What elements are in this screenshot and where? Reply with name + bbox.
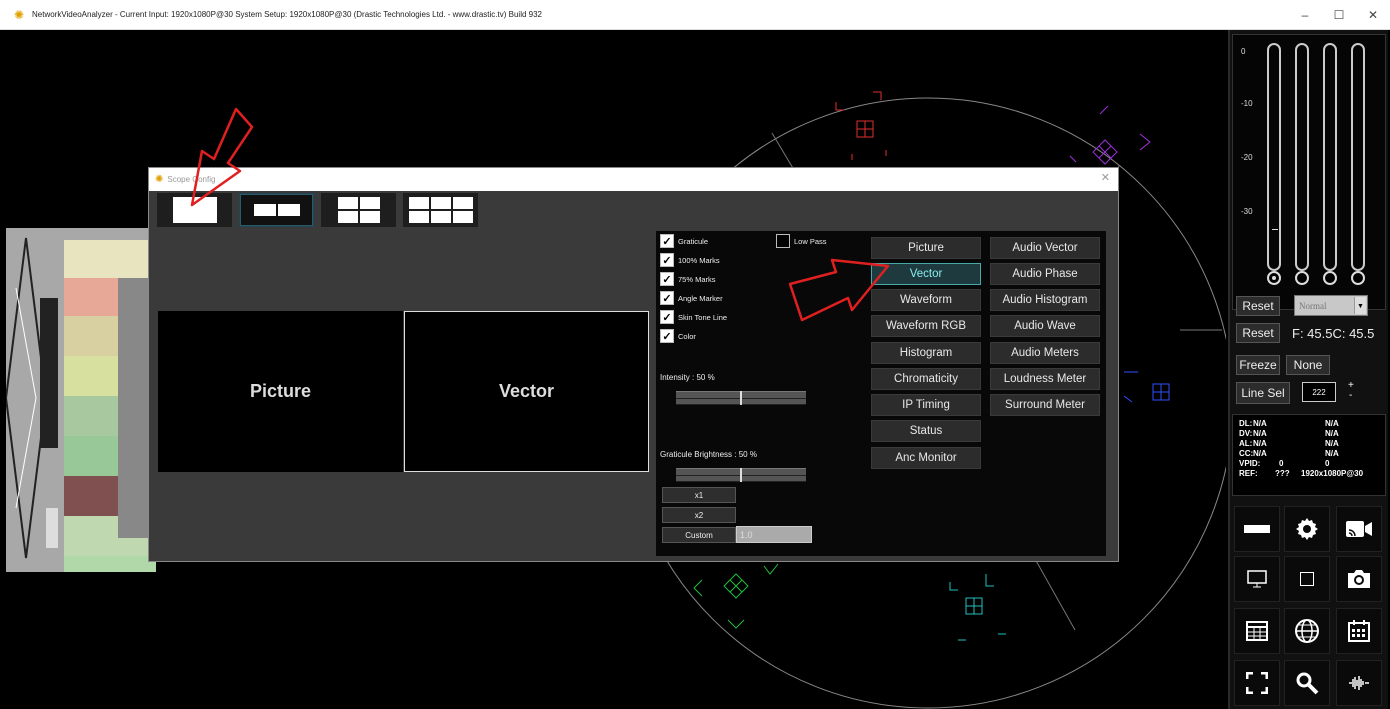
- color-checkbox[interactable]: ✓ Color: [660, 329, 696, 343]
- line-decrement-button[interactable]: -: [1349, 390, 1352, 401]
- app-window: ✺ NetworkVideoAnalyzer - Current Input: …: [0, 0, 1390, 709]
- window-titlebar: ✺ NetworkVideoAnalyzer - Current Input: …: [0, 0, 1390, 30]
- marks-75-checkbox[interactable]: ✓ 75% Marks: [660, 272, 716, 286]
- calendar-icon[interactable]: [1336, 608, 1382, 654]
- intensity-slider[interactable]: [676, 391, 806, 405]
- audio-waveform-icon[interactable]: [1336, 660, 1382, 706]
- marks-100-checkbox[interactable]: ✓ 100% Marks: [660, 253, 720, 267]
- audio-meter-bar: [1267, 43, 1281, 271]
- pane-picture[interactable]: Picture: [158, 311, 403, 472]
- custom-zoom-input[interactable]: 1.0: [736, 526, 812, 543]
- meter-scale-label: -30: [1241, 207, 1253, 216]
- meter-channel-radio[interactable]: [1351, 271, 1365, 285]
- scope-audio-histogram-button[interactable]: Audio Histogram: [990, 289, 1100, 311]
- annotation-arrow-icon: [788, 258, 890, 322]
- graticule-brightness-label: Graticule Brightness : 50 %: [660, 450, 757, 459]
- scope-audio-wave-button[interactable]: Audio Wave: [990, 315, 1100, 337]
- checkmark-icon: ✓: [660, 272, 674, 286]
- layout-6-pane-button[interactable]: [403, 193, 478, 227]
- reset-button[interactable]: Reset: [1236, 296, 1280, 316]
- scope-ip-timing-button[interactable]: IP Timing: [871, 394, 981, 416]
- scope-histogram-button[interactable]: Histogram: [871, 342, 981, 364]
- graticule-checkbox[interactable]: ✓ Graticule: [660, 234, 708, 248]
- line-number-input[interactable]: 222: [1302, 382, 1336, 402]
- meter-scale-label: -20: [1241, 153, 1253, 162]
- meter-level-mark: [1272, 229, 1278, 230]
- checkmark-icon: ✓: [660, 329, 674, 343]
- fullscreen-icon[interactable]: [1234, 660, 1280, 706]
- status-readout: DL: N/A N/A DV: N/A N/A AL: N/A N/A CC: N/A N/A …: [1232, 414, 1386, 496]
- audio-meter-bar: [1323, 43, 1337, 271]
- zoom-custom-button[interactable]: Custom: [662, 527, 736, 543]
- annotation-arrow-icon: [190, 107, 254, 207]
- zoom-x2-button[interactable]: x2: [662, 507, 736, 523]
- audio-meter-bar: [1351, 43, 1365, 271]
- zoom-x1-button[interactable]: x1: [662, 487, 736, 503]
- gear-icon[interactable]: [1284, 506, 1330, 552]
- right-control-panel: 0 -10 -20 -30 Reset Normal ▼ Reset F: 45…: [1228, 30, 1388, 709]
- audio-meter-bar: [1295, 43, 1309, 271]
- scope-audio-phase-button[interactable]: Audio Phase: [990, 263, 1100, 285]
- camera-snapshot-icon[interactable]: [1336, 556, 1382, 602]
- line-select-button[interactable]: Line Sel: [1236, 382, 1290, 404]
- graticule-brightness-slider[interactable]: [676, 468, 806, 482]
- close-button[interactable]: ✕: [1356, 0, 1390, 30]
- checkmark-icon: ✓: [660, 291, 674, 305]
- scope-picture-button[interactable]: Picture: [871, 237, 981, 259]
- scope-loudness-meter-button[interactable]: Loudness Meter: [990, 368, 1100, 390]
- minimize-button[interactable]: –: [1288, 0, 1322, 30]
- globe-icon[interactable]: [1284, 608, 1330, 654]
- scope-chromaticity-button[interactable]: Chromaticity: [871, 368, 981, 390]
- scope-audio-meters-button[interactable]: Audio Meters: [990, 342, 1100, 364]
- maximize-button[interactable]: ☐: [1322, 0, 1356, 30]
- checkmark-icon: ✓: [660, 310, 674, 324]
- scope-status-button[interactable]: Status: [871, 420, 981, 442]
- checkmark-icon: ✓: [660, 253, 674, 267]
- scope-anc-monitor-button[interactable]: Anc Monitor: [871, 447, 981, 469]
- layout-4-pane-button[interactable]: [321, 193, 396, 227]
- meter-scale-label: 0: [1241, 47, 1246, 56]
- fc-readout: F: 45.5C: 45.5: [1292, 326, 1375, 341]
- intensity-label: Intensity : 50 %: [660, 373, 715, 382]
- monitor-icon[interactable]: [1234, 556, 1280, 602]
- reset-fc-button[interactable]: Reset: [1236, 323, 1280, 343]
- spreadsheet-icon[interactable]: [1234, 608, 1280, 654]
- audio-meter-panel: 0 -10 -20 -30: [1232, 34, 1386, 310]
- scope-config-dialog: ✺ Scope Config ✕ Picture Vector ✓ Graticu…: [148, 167, 1119, 562]
- skin-tone-line-checkbox[interactable]: ✓ Skin Tone Line: [660, 310, 727, 324]
- app-logo-icon: ✺: [155, 174, 164, 185]
- mode-select-value: Normal: [1299, 300, 1327, 311]
- freeze-button[interactable]: Freeze: [1236, 355, 1280, 375]
- low-pass-checkbox[interactable]: Low Pass: [776, 234, 827, 248]
- stop-square-icon[interactable]: [1284, 556, 1330, 602]
- checkmark-icon: ✓: [660, 234, 674, 248]
- layout-single-row-icon[interactable]: [1234, 506, 1280, 552]
- chevron-down-icon: ▼: [1354, 297, 1366, 314]
- none-button[interactable]: None: [1286, 355, 1330, 375]
- meter-channel-radio[interactable]: [1267, 271, 1281, 285]
- mode-select[interactable]: Normal ▼: [1294, 295, 1368, 316]
- video-camera-icon[interactable]: [1336, 506, 1382, 552]
- meter-channel-radio[interactable]: [1295, 271, 1309, 285]
- meter-scale-label: -10: [1241, 99, 1253, 108]
- window-title: NetworkVideoAnalyzer - Current Input: 19…: [32, 10, 542, 19]
- intensity-slider-thumb[interactable]: [740, 391, 742, 405]
- scope-surround-meter-button[interactable]: Surround Meter: [990, 394, 1100, 416]
- dialog-titlebar: ✺ Scope Config ✕: [149, 168, 1118, 191]
- dialog-close-button[interactable]: ✕: [1101, 171, 1110, 184]
- scope-audio-vector-button[interactable]: Audio Vector: [990, 237, 1100, 259]
- window-controls: – ☐ ✕: [1288, 0, 1390, 30]
- meter-channel-radio[interactable]: [1323, 271, 1337, 285]
- angle-marker-checkbox[interactable]: ✓ Angle Marker: [660, 291, 723, 305]
- graticule-slider-thumb[interactable]: [740, 468, 742, 482]
- search-icon[interactable]: [1284, 660, 1330, 706]
- app-logo-icon: ✺: [13, 7, 25, 22]
- pane-vector[interactable]: Vector: [404, 311, 649, 472]
